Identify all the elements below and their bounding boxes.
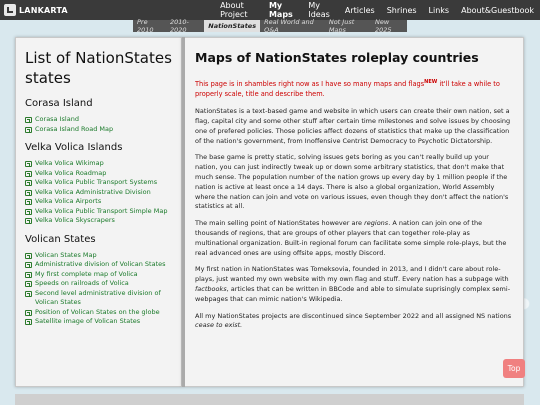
subnav-real-world[interactable]: Real World and Q&A (260, 18, 325, 34)
main-content: Maps of NationStates roleplay countries … (182, 37, 524, 387)
paragraph: NationStates is a text-based game and we… (195, 107, 511, 145)
nav-about-guestbook[interactable]: About&Guestbook (455, 0, 540, 20)
section-corasa: Corasa Island Corasa Island Corasa Islan… (25, 98, 173, 134)
sidebar-panel: List of NationStates states Corasa Islan… (15, 37, 182, 387)
paragraph: All my NationStates projects are discont… (195, 311, 512, 330)
map-link-icon (25, 252, 32, 259)
map-link-icon (25, 189, 32, 196)
map-link[interactable]: Velka Volica Public Transport Simple Map (25, 207, 173, 217)
map-link-icon (25, 180, 32, 186)
map-link[interactable]: Speeds on railroads of Volica (25, 279, 173, 289)
new-badge: NEW (424, 79, 438, 85)
logo-icon (4, 4, 16, 16)
map-link-icon (25, 117, 32, 123)
subnav-pre-2010[interactable]: Pre 2010 (133, 18, 166, 34)
section-heading: Corasa Island (25, 98, 93, 109)
map-link[interactable]: Velka Volica Wikimap (25, 159, 173, 169)
nav-about-project[interactable]: About Project (214, 0, 263, 20)
page-title: Maps of NationStates roleplay countries (195, 50, 479, 65)
map-link-icon (25, 271, 32, 278)
nav-my-maps[interactable]: My Maps (263, 0, 302, 20)
panel-divider (182, 37, 185, 387)
section-velka-volica: Velka Volica Islands Velka Volica Wikima… (25, 142, 173, 226)
map-link-icon (25, 208, 32, 215)
nav-links[interactable]: Links (423, 0, 456, 20)
paragraph: The main selling point of NationStates h… (195, 219, 507, 257)
map-link[interactable]: Corasa Island Road Map (25, 125, 173, 135)
map-link[interactable]: Position of Volican States on the globe (25, 308, 173, 318)
footer-bar (15, 394, 524, 405)
top-navigation: LANKARTA About Project My Maps My Ideas … (0, 0, 540, 20)
map-link[interactable]: Corasa Island (25, 115, 173, 125)
nav-my-ideas[interactable]: My Ideas (302, 0, 339, 20)
map-link-icon (25, 218, 32, 224)
scroll-top-button[interactable]: Top (503, 359, 525, 378)
map-link[interactable]: Velka Volica Administrative Division (25, 188, 173, 198)
map-link[interactable]: Administrative division of Volican State… (25, 260, 173, 270)
map-link-icon (25, 161, 32, 167)
map-link-icon (25, 126, 32, 133)
subnav-nationstates[interactable]: NationStates (204, 20, 261, 32)
map-link-icon (25, 290, 32, 297)
section-heading: Velka Volica Islands (25, 142, 123, 153)
map-link-icon (25, 262, 32, 268)
section-heading: Volican States (25, 233, 96, 245)
sidebar-title: List of NationStates states (25, 49, 172, 87)
sub-navigation: Pre 2010 2010-2020 NationStates Real Wor… (133, 18, 407, 34)
map-link[interactable]: Second level administrative division of … (25, 289, 173, 308)
map-link[interactable]: Satellite image of Volican States (25, 317, 173, 327)
map-link[interactable]: Velka Volica Skyscrapers (25, 216, 173, 226)
paragraph: The base game is pretty static, solving … (195, 153, 509, 211)
section-volican-states: Volican States Volican States Map Admini… (25, 234, 173, 327)
map-link[interactable]: Velka Volica Roadmap (25, 169, 173, 179)
logo-text: LANKARTA (19, 5, 68, 15)
map-link[interactable]: My first complete map of Volica (25, 270, 173, 280)
map-link[interactable]: Velka Volica Airports (25, 197, 173, 207)
subnav-not-just-maps[interactable]: Not Just Maps (325, 18, 371, 34)
nav-shrines[interactable]: Shrines (381, 0, 423, 20)
map-link-icon (25, 319, 32, 325)
nav-articles[interactable]: Articles (339, 0, 381, 20)
subnav-2010-2020[interactable]: 2010-2020 (166, 18, 204, 34)
notice-text: This page is in shambles right now as I … (195, 79, 500, 99)
map-link-icon (25, 309, 32, 316)
subnav-new-2025[interactable]: New 2025 (371, 18, 407, 34)
map-link[interactable]: Volican States Map (25, 251, 173, 261)
paragraph: My first nation in NationStates was Tome… (195, 265, 511, 303)
site-logo[interactable]: LANKARTA (0, 4, 214, 16)
map-link-icon (25, 170, 32, 177)
map-link[interactable]: Velka Volica Public Transport Systems (25, 178, 173, 188)
map-link-icon (25, 199, 32, 205)
map-link-icon (25, 281, 32, 287)
